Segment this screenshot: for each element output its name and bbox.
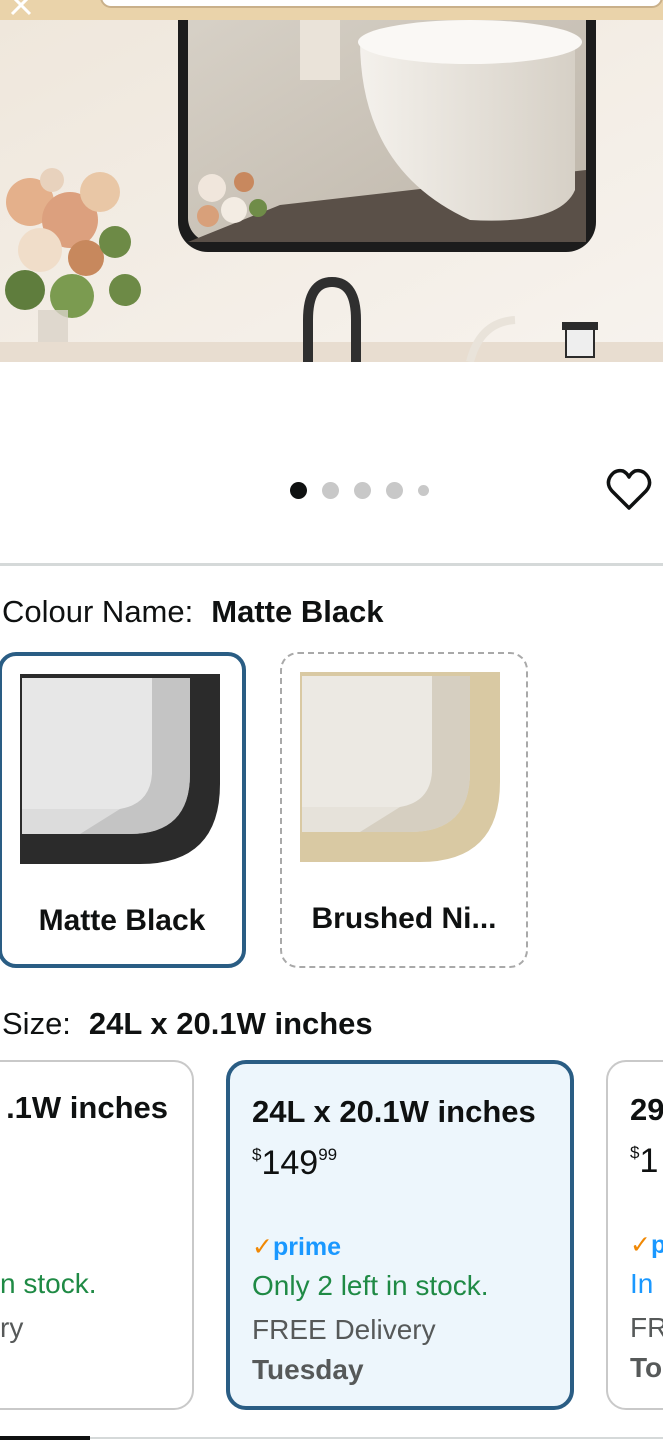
size-option-title: 29 [630,1092,663,1127]
search-bar[interactable] [100,0,663,8]
stock-status: Only 2 left in stock. [252,1270,489,1301]
prime-badge: ✓p [630,1230,663,1260]
size-option-card-selected[interactable]: 24L x 20.1W inches $14999 ✓prime Only 2 … [226,1060,574,1410]
prime-label: prime [272,1233,342,1261]
price-fraction: 99 [318,1145,338,1164]
stock-status: n stock. [0,1268,97,1299]
prime-check-icon: ✓ [252,1233,273,1261]
colour-option-label: Matte Black [38,904,206,937]
size-selected-value: 24L x 20.1W inches [88,1006,373,1041]
colour-option-label: Brushed Ni... [311,902,497,935]
prime-check-icon: ✓ [630,1231,651,1259]
pager-dot[interactable] [354,481,371,499]
bottom-tab-indicator [0,1436,90,1440]
colour-label: Colour Name: [2,594,194,629]
pager-dot[interactable] [290,481,307,499]
size-option-card[interactable]: 29 $1 ✓p In FR To [606,1060,663,1410]
colour-option-brushed-nickel[interactable]: Brushed Ni... [280,652,528,968]
size-option-card[interactable]: .1W inches n stock. ry [0,1060,194,1410]
matte-black-thumbnail [20,674,220,874]
section-divider [0,563,663,566]
bottom-divider [90,1437,663,1439]
pager-dot[interactable] [322,481,339,499]
top-bar [0,0,663,20]
size-label: Size: [2,1006,71,1041]
prime-badge: ✓prime [252,1232,341,1262]
heart-outline-icon[interactable] [604,465,654,515]
delivery-day: Tuesday [252,1354,364,1385]
price: $1 [630,1142,658,1181]
colour-label-row: Colour Name: Matte Black [2,594,384,630]
pager-dot[interactable] [418,484,429,496]
price: $14999 [252,1144,337,1183]
size-option-title: 24L x 20.1W inches [252,1094,536,1129]
size-label-row: Size: 24L x 20.1W inches [2,1006,373,1042]
pager-dot[interactable] [386,481,403,499]
price-whole: 149 [261,1144,319,1182]
brushed-nickel-thumbnail [300,672,500,872]
product-page: Colour Name: Matte Black Matte Black Brus… [0,0,663,1440]
delivery-text: FREE Delivery [252,1314,436,1345]
delivery-text: FR [630,1312,663,1343]
size-option-title: .1W inches [6,1090,168,1125]
delivery-day: To [630,1352,663,1383]
image-pager[interactable] [290,481,429,499]
product-image[interactable] [0,20,663,362]
delivery-text: ry [0,1312,24,1343]
colour-option-matte-black[interactable]: Matte Black [0,652,246,968]
colour-selected-value: Matte Black [211,594,384,629]
price-whole: 1 [639,1142,659,1180]
close-icon[interactable] [4,0,36,18]
prime-label: p [651,1231,663,1259]
stock-status: In [630,1268,654,1299]
